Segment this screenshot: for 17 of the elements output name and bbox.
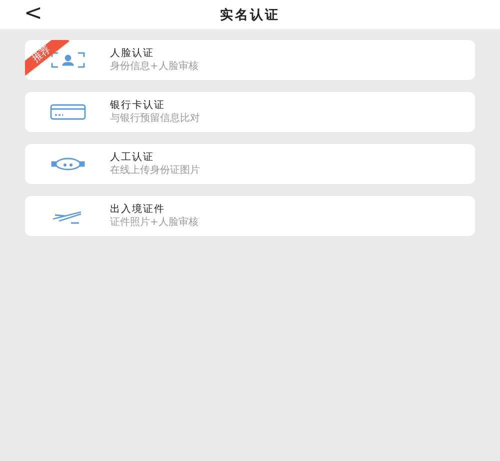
verification-option[interactable]: 人工认证 在线上传身份证图片 [25, 144, 475, 184]
headset-face-icon [50, 157, 84, 171]
option-subtitle: 与银行预留信息比对 [110, 112, 200, 124]
verification-option[interactable]: 银行卡认证 与银行预留信息比对 [25, 92, 475, 132]
bank-card-icon [50, 104, 86, 120]
option-subtitle: 在线上传身份证图片 [110, 164, 200, 176]
option-title: 出入境证件 [110, 204, 166, 216]
face-scan-icon [50, 52, 84, 68]
back-button[interactable]: < [20, 2, 46, 26]
page-title: 实名认证 [220, 6, 280, 24]
option-title: 人脸认证 [110, 48, 155, 60]
option-title: 银行卡认证 [110, 100, 166, 112]
option-subtitle: 身份信息+人脸审核 [110, 60, 198, 72]
verification-option[interactable]: 推荐 人脸认证 身份信息+人脸审核 [25, 40, 475, 80]
option-title: 人工认证 [110, 152, 155, 164]
verification-option[interactable]: 出入境证件 证件照片+人脸审核 [25, 196, 475, 236]
option-subtitle: 证件照片+人脸审核 [110, 216, 198, 228]
